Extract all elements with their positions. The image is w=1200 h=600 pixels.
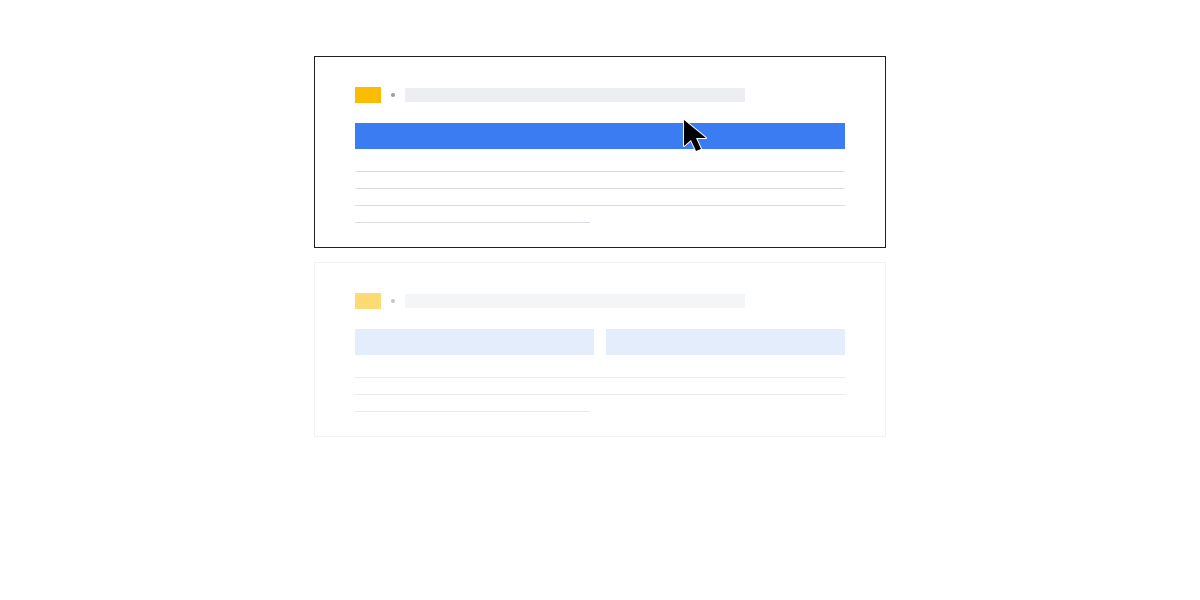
separator-dot-icon [391,299,395,303]
snippet-line [355,222,590,223]
separator-dot-icon [391,93,395,97]
result-title-row [355,123,845,149]
snippet-line [355,394,845,395]
url-placeholder [405,88,745,102]
result-snippet [355,171,845,223]
favicon-icon [355,87,381,103]
snippet-line [355,188,845,189]
result-title-link-segment[interactable] [355,329,594,355]
result-title-row [355,329,845,355]
snippet-line [355,377,845,378]
result-title-link[interactable] [355,123,845,149]
search-result-card-inactive[interactable] [314,262,886,437]
url-placeholder [405,294,745,308]
snippet-line [355,205,845,206]
result-snippet [355,377,845,412]
favicon-icon [355,293,381,309]
result-header [355,293,845,309]
snippet-line [355,171,845,172]
search-result-card-active[interactable] [314,56,886,248]
result-title-link-segment[interactable] [606,329,845,355]
snippet-line [355,411,590,412]
result-header [355,87,845,103]
diagram-canvas [0,0,1200,600]
